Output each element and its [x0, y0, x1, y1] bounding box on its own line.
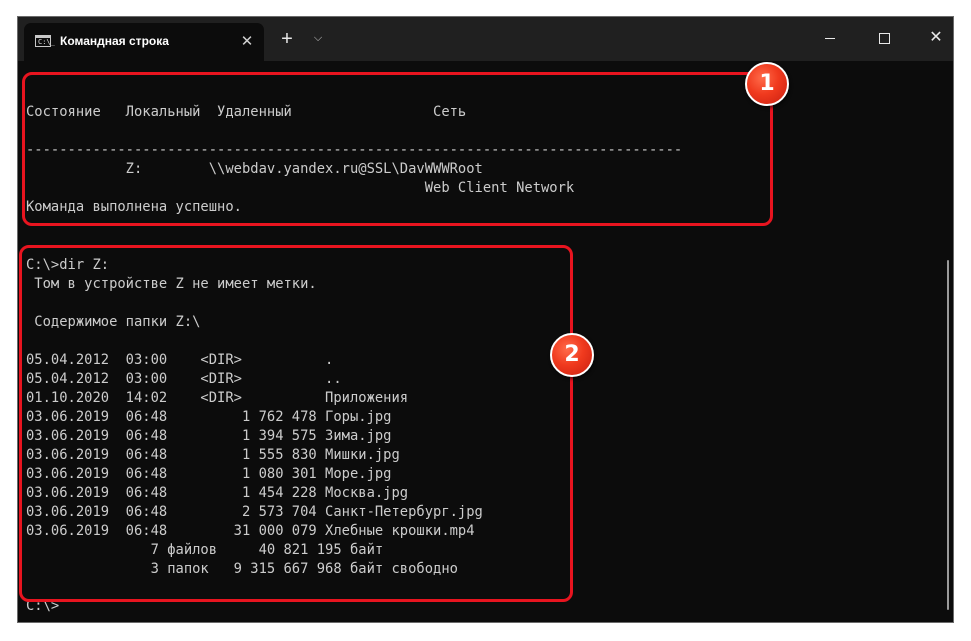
- scrollbar[interactable]: [947, 260, 949, 610]
- minimize-icon: [825, 38, 835, 39]
- tab-command-prompt[interactable]: C:\_ Командная строка ✕: [24, 23, 264, 61]
- minimize-button[interactable]: [818, 27, 842, 49]
- tab-title: Командная строка: [60, 34, 169, 48]
- tab-close-icon[interactable]: ✕: [238, 33, 256, 51]
- callout-box-2: [19, 245, 573, 602]
- maximize-button[interactable]: [872, 27, 896, 49]
- new-tab-button[interactable]: +: [277, 29, 297, 49]
- callout-box-1: [22, 72, 773, 226]
- close-window-button[interactable]: ✕: [924, 27, 948, 49]
- callout-badge-1: 1: [745, 62, 789, 106]
- command-prompt-icon: C:\_: [35, 35, 55, 47]
- maximize-icon: [879, 33, 890, 44]
- chevron-down-icon[interactable]: ⌵: [310, 30, 326, 46]
- callout-badge-2: 2: [550, 333, 594, 377]
- title-bar: C:\_ Командная строка ✕ + ⌵ ✕: [18, 17, 953, 61]
